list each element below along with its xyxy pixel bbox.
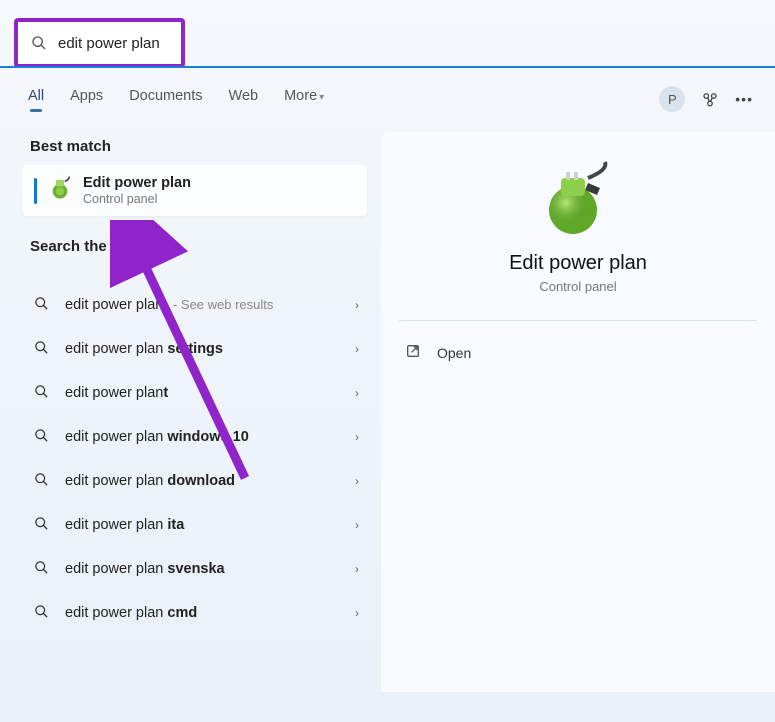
open-label: Open (437, 345, 471, 361)
preview-title: Edit power plan (399, 252, 757, 275)
web-result-item[interactable]: edit power plan svenska› (22, 547, 367, 591)
chevron-right-icon: › (355, 606, 359, 620)
search-icon (34, 428, 49, 447)
preview-pane: Edit power plan Control panel Open (381, 132, 775, 692)
web-result-label: edit power plan settings (65, 341, 355, 357)
search-icon (28, 32, 50, 54)
web-result-item[interactable]: edit power plant› (22, 371, 367, 415)
web-result-label: edit power plan download (65, 473, 355, 489)
web-result-item[interactable]: edit power plan - See web results› (22, 283, 367, 327)
search-icon (34, 296, 49, 315)
best-match-result[interactable]: Edit power plan Control panel (22, 165, 367, 216)
chevron-right-icon: › (355, 342, 359, 356)
search-icon (34, 604, 49, 623)
web-result-item[interactable]: edit power plan ita› (22, 503, 367, 547)
search-box[interactable] (14, 18, 185, 68)
search-icon (34, 384, 49, 403)
web-result-item[interactable]: edit power plan download› (22, 459, 367, 503)
preview-subtitle: Control panel (399, 279, 757, 294)
web-result-label: edit power plant (65, 385, 355, 401)
web-result-label: edit power plan cmd (65, 605, 355, 621)
web-result-item[interactable]: edit power plan windows 10› (22, 415, 367, 459)
preview-battery-icon (533, 160, 623, 238)
search-icon (34, 516, 49, 535)
web-result-item[interactable]: edit power plan cmd› (22, 591, 367, 635)
tab-apps[interactable]: Apps (70, 88, 103, 110)
tab-all[interactable]: All (28, 88, 44, 110)
share-icon[interactable] (699, 88, 721, 110)
preview-divider (399, 320, 757, 321)
tab-more-label: More (284, 88, 317, 104)
web-result-label: edit power plan windows 10 (65, 429, 355, 445)
best-match-subtitle: Control panel (83, 192, 191, 206)
search-icon (34, 560, 49, 579)
web-result-item[interactable]: edit power plan settings› (22, 327, 367, 371)
chevron-right-icon: › (355, 518, 359, 532)
section-best-match: Best match (22, 132, 367, 165)
best-match-title: Edit power plan (83, 175, 191, 191)
web-results-list: edit power plan - See web results›edit p… (22, 283, 367, 635)
selection-indicator (34, 178, 37, 204)
web-result-label: edit power plan svenska (65, 561, 355, 577)
chevron-right-icon: › (355, 298, 359, 312)
search-input[interactable] (58, 35, 168, 52)
chevron-right-icon: › (355, 430, 359, 444)
tab-web[interactable]: Web (229, 88, 259, 110)
battery-icon (47, 175, 73, 206)
section-search-web: Search the web (22, 232, 367, 265)
user-avatar[interactable]: P (659, 86, 685, 112)
open-action[interactable]: Open (399, 335, 757, 370)
open-icon (405, 343, 421, 362)
chevron-down-icon: ▾ (319, 92, 324, 103)
chevron-right-icon: › (355, 562, 359, 576)
tab-documents[interactable]: Documents (129, 88, 202, 110)
more-options-icon[interactable]: ••• (735, 91, 753, 107)
search-icon (34, 472, 49, 491)
chevron-right-icon: › (355, 474, 359, 488)
tab-more[interactable]: More▾ (284, 88, 324, 110)
chevron-right-icon: › (355, 386, 359, 400)
search-icon (34, 340, 49, 359)
web-result-label: edit power plan - See web results (65, 297, 355, 313)
web-result-label: edit power plan ita (65, 517, 355, 533)
